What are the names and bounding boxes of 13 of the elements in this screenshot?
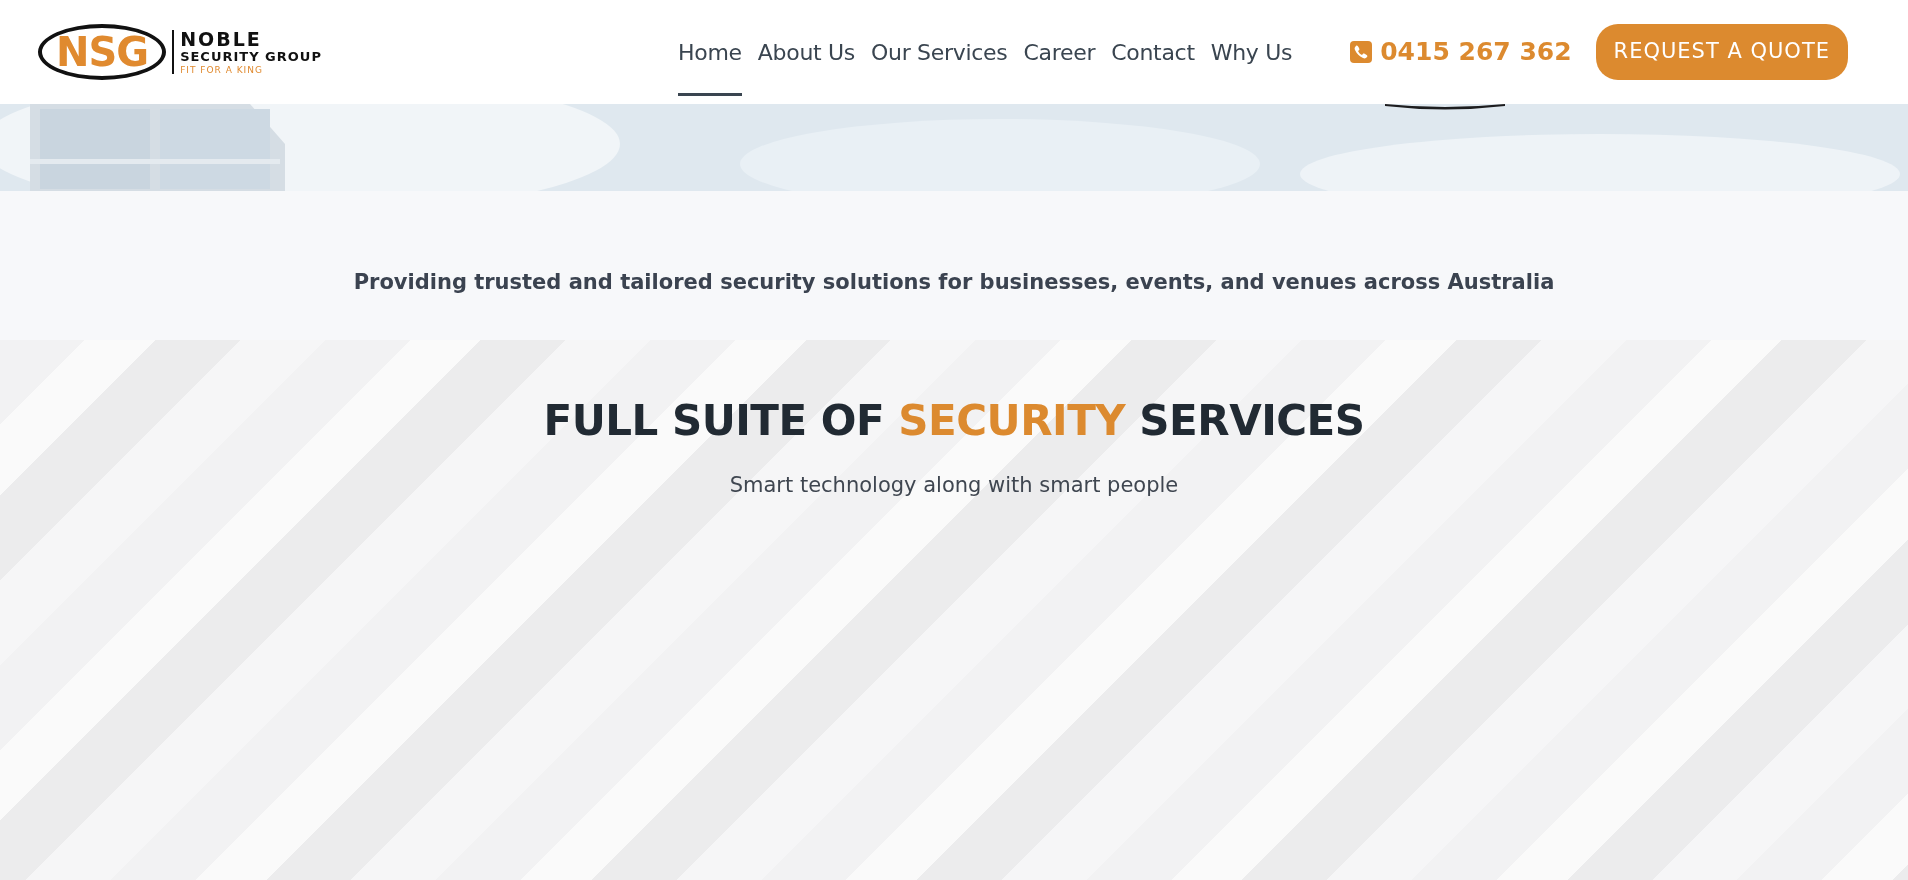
logo-text: NOBLE (180, 28, 263, 49)
intro-text: Providing trusted and tailored security solutions for businesses, events, and venues across Australia (353, 268, 1555, 296)
logo-subtitle: SECURITY GROUP (180, 48, 322, 65)
nav-link[interactable]: Why Us (1210, 8, 1293, 96)
section-subtitle: Smart technology along with smart people (728, 472, 1180, 500)
phone-icon (1350, 41, 1373, 63)
nav-link[interactable]: About Us (757, 8, 855, 96)
nav-link[interactable]: Our Services (871, 8, 1008, 96)
nav-link[interactable]: Career (1023, 8, 1096, 96)
section-heading: FULL SUITE OF SECURITY SERVICES (542, 396, 1366, 447)
nav-link[interactable]: Contact (1111, 8, 1195, 96)
nav-link[interactable]: Home (678, 8, 742, 96)
logo-tagline: FIT FOR A KING (180, 64, 264, 76)
